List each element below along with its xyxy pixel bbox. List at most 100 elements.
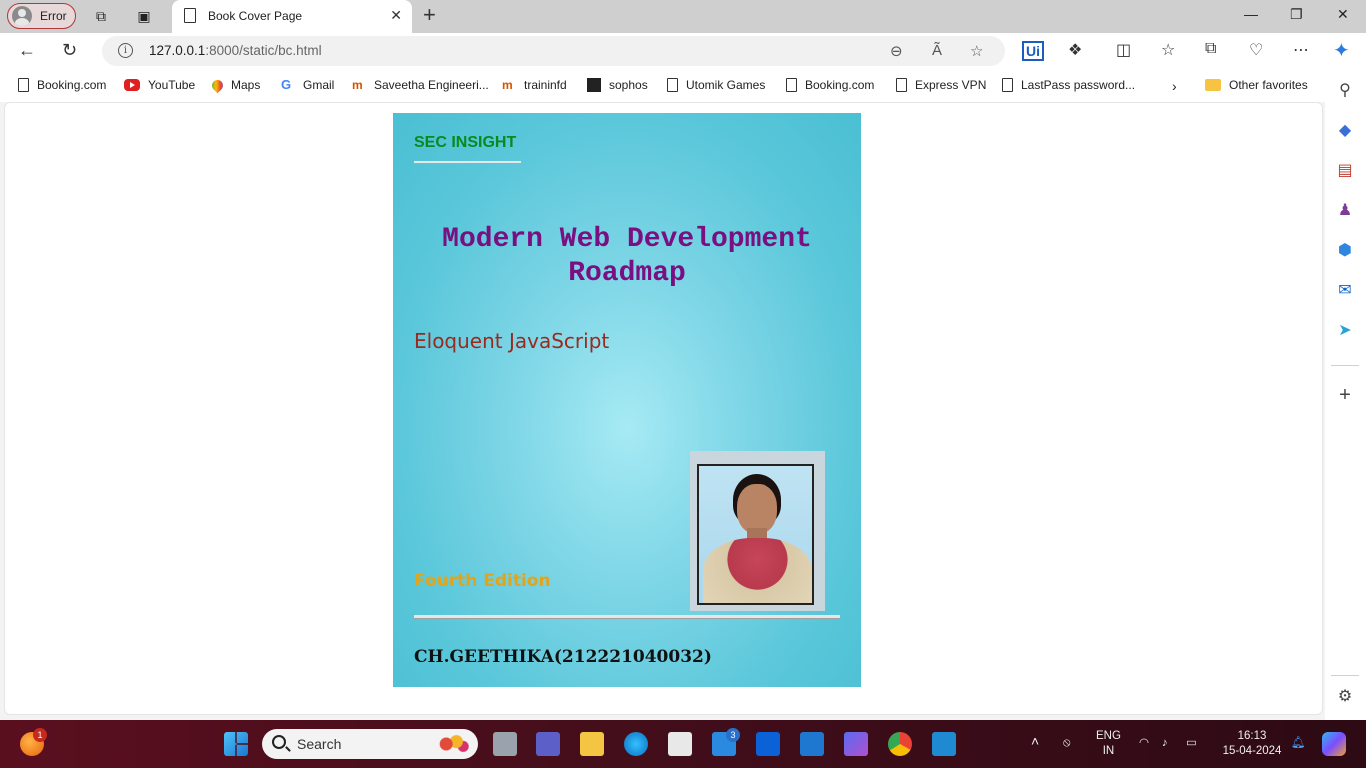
favorite-item[interactable]: Booking.com xyxy=(18,78,106,92)
book-title: Modern Web Development Roadmap xyxy=(393,223,861,291)
restore-button[interactable]: ❐ xyxy=(1290,6,1303,23)
myhp-icon[interactable] xyxy=(800,732,824,756)
start-windows-icon[interactable] xyxy=(224,732,248,756)
favorite-label: Saveetha Engineeri... xyxy=(374,78,489,92)
profile-label: Error xyxy=(40,9,67,23)
tray-overflow-chevron-icon[interactable]: ˄ xyxy=(1031,734,1039,749)
favorite-item[interactable]: sophos xyxy=(587,78,648,92)
shopping-tag-icon[interactable]: ◆ xyxy=(1335,121,1355,141)
address-bar[interactable]: i 127.0.0.1:8000/static/bc.html ⊖ Ã ☆ xyxy=(102,36,1005,66)
minimize-button[interactable]: — xyxy=(1244,6,1258,22)
maps-icon xyxy=(209,77,226,93)
search-highlight-icon xyxy=(436,732,470,756)
browser-essentials-icon[interactable]: ♡ xyxy=(1249,40,1263,60)
favorite-item[interactable]: Express VPN xyxy=(896,78,986,92)
games-icon[interactable]: ♟ xyxy=(1335,201,1355,221)
battery-icon[interactable]: ▭ xyxy=(1186,736,1197,751)
book-cover: SEC INSIGHT Modern Web Development Roadm… xyxy=(393,113,861,687)
favorites-overflow-chevron-icon[interactable]: › xyxy=(1172,78,1177,94)
search-icon[interactable]: ⚲ xyxy=(1335,81,1355,101)
add-sidebar-app-icon[interactable]: + xyxy=(1335,385,1355,405)
url-text[interactable]: 127.0.0.1:8000/static/bc.html xyxy=(149,43,322,58)
dropbox-icon[interactable] xyxy=(756,732,780,756)
copilot-pre-icon[interactable] xyxy=(1322,732,1346,756)
copilot-icon[interactable]: ✦ xyxy=(1333,38,1350,63)
microsoft-store-icon[interactable] xyxy=(668,732,692,756)
back-button[interactable]: ← xyxy=(18,40,36,60)
settings-gear-icon[interactable]: ⚙ xyxy=(1335,687,1355,707)
favorite-item[interactable]: m traininfd xyxy=(502,78,567,92)
profile-button[interactable]: Error xyxy=(7,3,76,29)
close-window-button[interactable]: ✕ xyxy=(1337,6,1349,23)
tools-briefcase-icon[interactable]: ▤ xyxy=(1335,161,1355,181)
favorite-item[interactable]: Maps xyxy=(209,77,261,93)
file-explorer-icon[interactable] xyxy=(580,732,604,756)
author-name: CH.GEETHIKA(212221040032) xyxy=(414,647,712,667)
zoom-icon[interactable]: ⊖ xyxy=(890,42,903,60)
favorite-label: Utomik Games xyxy=(686,78,766,92)
outlook-icon[interactable]: ✉ xyxy=(1335,281,1355,301)
sidebar-divider xyxy=(1331,365,1359,366)
favorite-item[interactable]: Booking.com xyxy=(786,78,874,92)
notifications-bell-icon[interactable]: 🔔︎ xyxy=(1291,736,1306,751)
favorites-icon[interactable]: ☆ xyxy=(1161,40,1175,60)
clock[interactable]: 16:13 15-04-2024 xyxy=(1220,729,1284,759)
teams-icon[interactable] xyxy=(536,732,560,756)
clock-time: 16:13 xyxy=(1237,730,1267,742)
new-tab-button[interactable]: + xyxy=(423,4,436,26)
edge-browser-icon[interactable] xyxy=(624,732,648,756)
workspaces-icon[interactable]: ⧉ xyxy=(92,7,110,25)
collections-icon[interactable]: ⧉ xyxy=(1205,40,1216,58)
doc-icon xyxy=(896,78,907,92)
saveetha-icon: m xyxy=(502,78,513,92)
doc-icon xyxy=(18,78,29,92)
favorites-bar: Booking.com YouTube Maps G Gmail m Saveeth… xyxy=(0,69,1325,102)
favorite-label: YouTube xyxy=(148,78,196,92)
favorite-label: Booking.com xyxy=(37,78,107,92)
wifi-icon[interactable]: ◠ xyxy=(1139,736,1149,751)
volume-icon[interactable]: ♪ xyxy=(1162,736,1168,751)
send-icon[interactable]: ➤ xyxy=(1335,321,1355,341)
book-title-line-2: Roadmap xyxy=(568,258,686,289)
microsoft-365-icon[interactable]: ⬢ xyxy=(1335,241,1355,261)
split-screen-icon[interactable]: ◫ xyxy=(1116,40,1131,60)
tab-actions-icon[interactable]: ▣ xyxy=(135,7,153,25)
vscode-icon[interactable] xyxy=(932,732,956,756)
favorite-label: Maps xyxy=(231,78,261,92)
task-view-icon[interactable] xyxy=(493,732,517,756)
favorite-item[interactable]: YouTube xyxy=(124,78,195,92)
page-icon xyxy=(184,8,196,23)
tab-title: Book Cover Page xyxy=(208,9,303,23)
doc-icon xyxy=(1002,78,1013,92)
favorite-item[interactable]: Utomik Games xyxy=(667,78,765,92)
favorite-item[interactable]: LastPass password... xyxy=(1002,78,1135,92)
sidebar-divider xyxy=(1331,675,1359,676)
tab-book-cover[interactable]: Book Cover Page ✕ xyxy=(172,0,412,33)
mail-badge: 3 xyxy=(726,728,740,742)
extension-ui-icon[interactable]: Ui xyxy=(1022,41,1044,61)
close-tab-icon[interactable]: ✕ xyxy=(390,7,402,24)
favorite-item[interactable]: G Gmail xyxy=(281,77,334,93)
app-hexagon-icon[interactable] xyxy=(844,732,868,756)
photo-frame xyxy=(697,464,814,605)
taskbar-search[interactable]: Search xyxy=(262,729,478,759)
network-off-icon[interactable]: ⦸ xyxy=(1063,736,1071,751)
youtube-icon xyxy=(124,79,140,91)
google-icon: G xyxy=(281,77,292,92)
read-aloud-icon[interactable]: Ã xyxy=(932,42,942,59)
other-favorites-folder[interactable]: Other favorites xyxy=(1205,78,1308,92)
favorite-item[interactable]: m Saveetha Engineeri... xyxy=(352,78,489,92)
folder-icon xyxy=(1205,79,1221,91)
extensions-icon[interactable]: ❖ xyxy=(1068,40,1082,60)
language-indicator[interactable]: ENG IN xyxy=(1096,729,1121,759)
favorite-label: Booking.com xyxy=(805,78,875,92)
notification-badge: 1 xyxy=(33,728,47,742)
profile-avatar-icon xyxy=(12,6,32,26)
refresh-button[interactable]: ↻ xyxy=(62,40,77,60)
edge-sidebar: ⚲ ◆ ▤ ♟ ⬢ ✉ ➤ + ⚙ xyxy=(1325,69,1366,720)
chrome-icon[interactable] xyxy=(888,732,912,756)
favorite-star-icon[interactable]: ☆ xyxy=(970,42,983,60)
more-options-icon[interactable]: ⋯ xyxy=(1293,40,1309,60)
site-info-icon[interactable]: i xyxy=(118,43,133,58)
region-code: IN xyxy=(1102,745,1115,757)
